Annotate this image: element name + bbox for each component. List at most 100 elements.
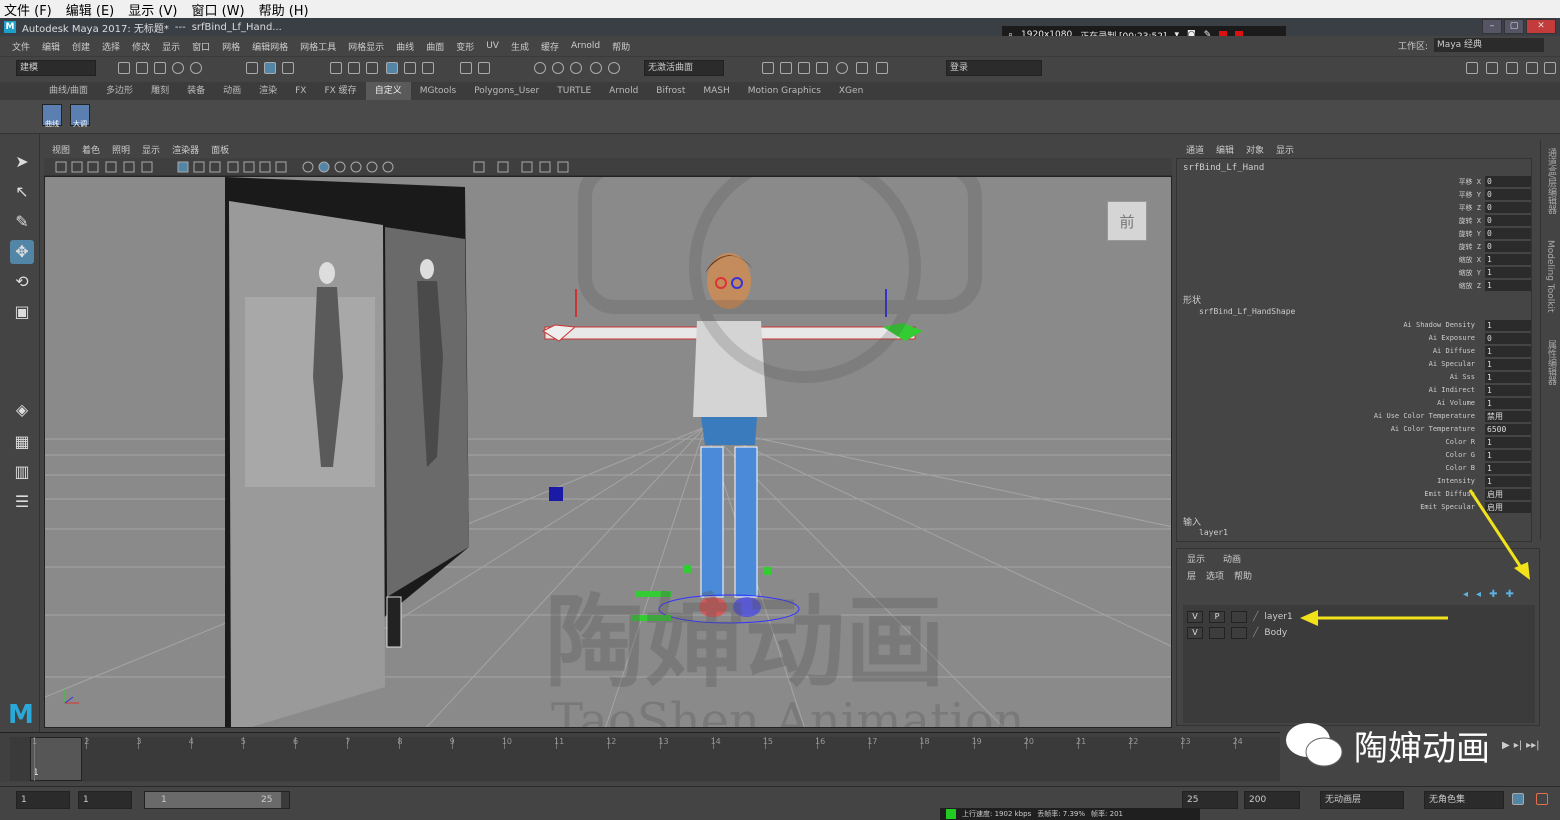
close-button[interactable]: ✕	[1526, 19, 1556, 34]
shelf-button-graph-editor[interactable]: 曲线图	[42, 104, 62, 166]
layer-tab-animation[interactable]: 动画	[1223, 552, 1241, 565]
shelf-tab-polygons[interactable]: 多边形	[97, 82, 142, 100]
shelf-tab-rigging[interactable]: 装备	[178, 82, 214, 100]
current-time-indicator[interactable]: 1	[30, 737, 82, 781]
attr-value[interactable]: 1	[1485, 372, 1531, 383]
login-dropdown[interactable]: 登录	[946, 60, 1042, 76]
maya-menu-mesh-display[interactable]: 网格显示	[348, 40, 384, 53]
playback-start-field[interactable]: 1	[78, 791, 132, 809]
layout-outliner-icon[interactable]	[798, 62, 810, 74]
undo-icon[interactable]	[172, 62, 184, 74]
select-tool-icon[interactable]: ➤	[10, 150, 34, 174]
animation-start-field[interactable]: 1	[16, 791, 70, 809]
outliner-layout-icon[interactable]: ☰	[10, 490, 34, 514]
step-forward-icon[interactable]: ▸|	[1514, 740, 1522, 751]
channelbox-menu-show[interactable]: 显示	[1276, 143, 1294, 156]
maya-menu-deform[interactable]: 变形	[456, 40, 474, 53]
single-view-icon[interactable]: ◈	[10, 398, 34, 422]
channelbox-menu-channels[interactable]: 通道	[1186, 143, 1204, 156]
maya-menu-curves[interactable]: 曲线	[396, 40, 414, 53]
shelf-tab-custom[interactable]: 自定义	[365, 82, 411, 100]
maya-menu-file[interactable]: 文件	[12, 40, 30, 53]
attr-value[interactable]: 0	[1485, 241, 1531, 252]
attr-value[interactable]: 1	[1485, 398, 1531, 409]
move-tool-icon[interactable]: ✥	[10, 240, 34, 264]
go-to-end-icon[interactable]: ▸▸|	[1526, 740, 1539, 751]
attr-value[interactable]: 禁用	[1485, 411, 1531, 422]
layer-playback-toggle[interactable]	[1209, 627, 1225, 639]
help-icon[interactable]	[460, 62, 472, 74]
attr-value[interactable]: 6500	[1485, 424, 1531, 435]
rotate-tool-icon[interactable]: ⟲	[10, 270, 34, 294]
channelbox-menu-edit[interactable]: 编辑	[1216, 143, 1234, 156]
attr-value[interactable]: 0	[1485, 176, 1531, 187]
shelf-tab-xgen[interactable]: XGen	[830, 82, 872, 100]
character-set-dropdown[interactable]: 无角色集	[1424, 791, 1504, 809]
maya-menu-uv[interactable]: UV	[486, 41, 499, 51]
shelf-tab-fx[interactable]: FX	[286, 82, 315, 100]
attr-value[interactable]: 1	[1485, 280, 1531, 291]
menu-window[interactable]: 窗口 (W)	[191, 0, 244, 19]
attr-value[interactable]: 1	[1485, 450, 1531, 461]
animation-end-field[interactable]: 200	[1244, 791, 1300, 809]
shelf-tab-turtle[interactable]: TURTLE	[548, 82, 600, 100]
attr-value[interactable]: 0	[1485, 215, 1531, 226]
toggle-channel-box-icon[interactable]	[1526, 62, 1538, 74]
layer-display-type-toggle[interactable]	[1231, 627, 1247, 639]
channelbox-menu-object[interactable]: 对象	[1246, 143, 1264, 156]
side-tab-attribute-editor[interactable]: 属性编辑器	[1545, 340, 1558, 385]
attr-value[interactable]: 1	[1485, 359, 1531, 370]
render-settings-icon[interactable]	[570, 62, 582, 74]
range-slider[interactable]: 1 25	[144, 791, 290, 809]
attr-value[interactable]: 0	[1485, 228, 1531, 239]
side-tab-channelbox[interactable]: 通道盒/层编辑器	[1545, 148, 1558, 214]
save-scene-icon[interactable]	[154, 62, 166, 74]
hypershade-icon[interactable]	[590, 62, 602, 74]
layout-graph-icon[interactable]	[816, 62, 828, 74]
shelf-tab-bifrost[interactable]: Bifrost	[647, 82, 694, 100]
layer-color-swatch[interactable]: ╱	[1253, 612, 1258, 622]
maya-menu-arnold[interactable]: Arnold	[571, 41, 600, 51]
snap-curve-icon[interactable]	[348, 62, 360, 74]
menu-view[interactable]: 显示 (V)	[128, 0, 177, 19]
anim-layer-dropdown[interactable]: 无动画层	[1320, 791, 1404, 809]
maya-menu-surfaces[interactable]: 曲面	[426, 40, 444, 53]
auto-key-icon[interactable]	[1512, 793, 1524, 805]
maya-menu-mesh[interactable]: 网格	[222, 40, 240, 53]
side-tab-modeling-toolkit[interactable]: Modeling Toolkit	[1545, 240, 1555, 313]
attr-value[interactable]: 1	[1485, 346, 1531, 357]
layer-name[interactable]: layer1	[1264, 612, 1292, 622]
viewport-menu-show[interactable]: 显示	[142, 143, 160, 156]
layout-single-icon[interactable]	[762, 62, 774, 74]
redo-icon[interactable]	[190, 62, 202, 74]
new-scene-icon[interactable]	[118, 62, 130, 74]
maya-menu-window[interactable]: 窗口	[192, 40, 210, 53]
shelf-tab-curves[interactable]: 曲线/曲面	[40, 82, 97, 100]
toggle-attribute-editor-icon[interactable]	[1486, 62, 1498, 74]
workspace-dropdown[interactable]: Maya 经典	[1434, 38, 1545, 52]
shelf-button-big-keyframe[interactable]: 大调帧	[70, 104, 90, 166]
scale-tool-icon[interactable]: ▣	[10, 300, 34, 324]
maximize-button[interactable]: ▢	[1504, 19, 1524, 34]
anim-preferences-icon[interactable]	[1536, 793, 1548, 805]
maya-menu-display[interactable]: 显示	[162, 40, 180, 53]
viewcube[interactable]: 前	[1107, 201, 1147, 241]
playback-end-field[interactable]: 25	[1182, 791, 1238, 809]
play-forward-icon[interactable]: ▶	[1502, 740, 1510, 751]
four-view-icon[interactable]: ▦	[10, 430, 34, 454]
viewport-menu-shading[interactable]: 着色	[82, 143, 100, 156]
layer-playback-toggle[interactable]: P	[1209, 611, 1225, 623]
layer-color-swatch[interactable]: ╱	[1253, 628, 1258, 638]
attr-value[interactable]: 1	[1485, 320, 1531, 331]
layout-four-icon[interactable]	[780, 62, 792, 74]
select-hierarchy-icon[interactable]	[246, 62, 258, 74]
maya-menu-edit-mesh[interactable]: 编辑网格	[252, 40, 288, 53]
side-by-side-icon[interactable]: ▥	[10, 460, 34, 484]
layer-tab-display[interactable]: 显示	[1187, 552, 1205, 565]
layer-menu-help[interactable]: 帮助	[1234, 569, 1252, 582]
ipr-render-icon[interactable]	[552, 62, 564, 74]
maya-menu-create[interactable]: 创建	[72, 40, 90, 53]
maya-menu-help[interactable]: 帮助	[612, 40, 630, 53]
time-slider[interactable]: 1 1 2 3 4 5 6 7 8 9 10 11 12 13 14 15 16 17 18 19 20 21 22 23 2…	[0, 732, 1280, 782]
attr-value[interactable]: 1	[1485, 437, 1531, 448]
